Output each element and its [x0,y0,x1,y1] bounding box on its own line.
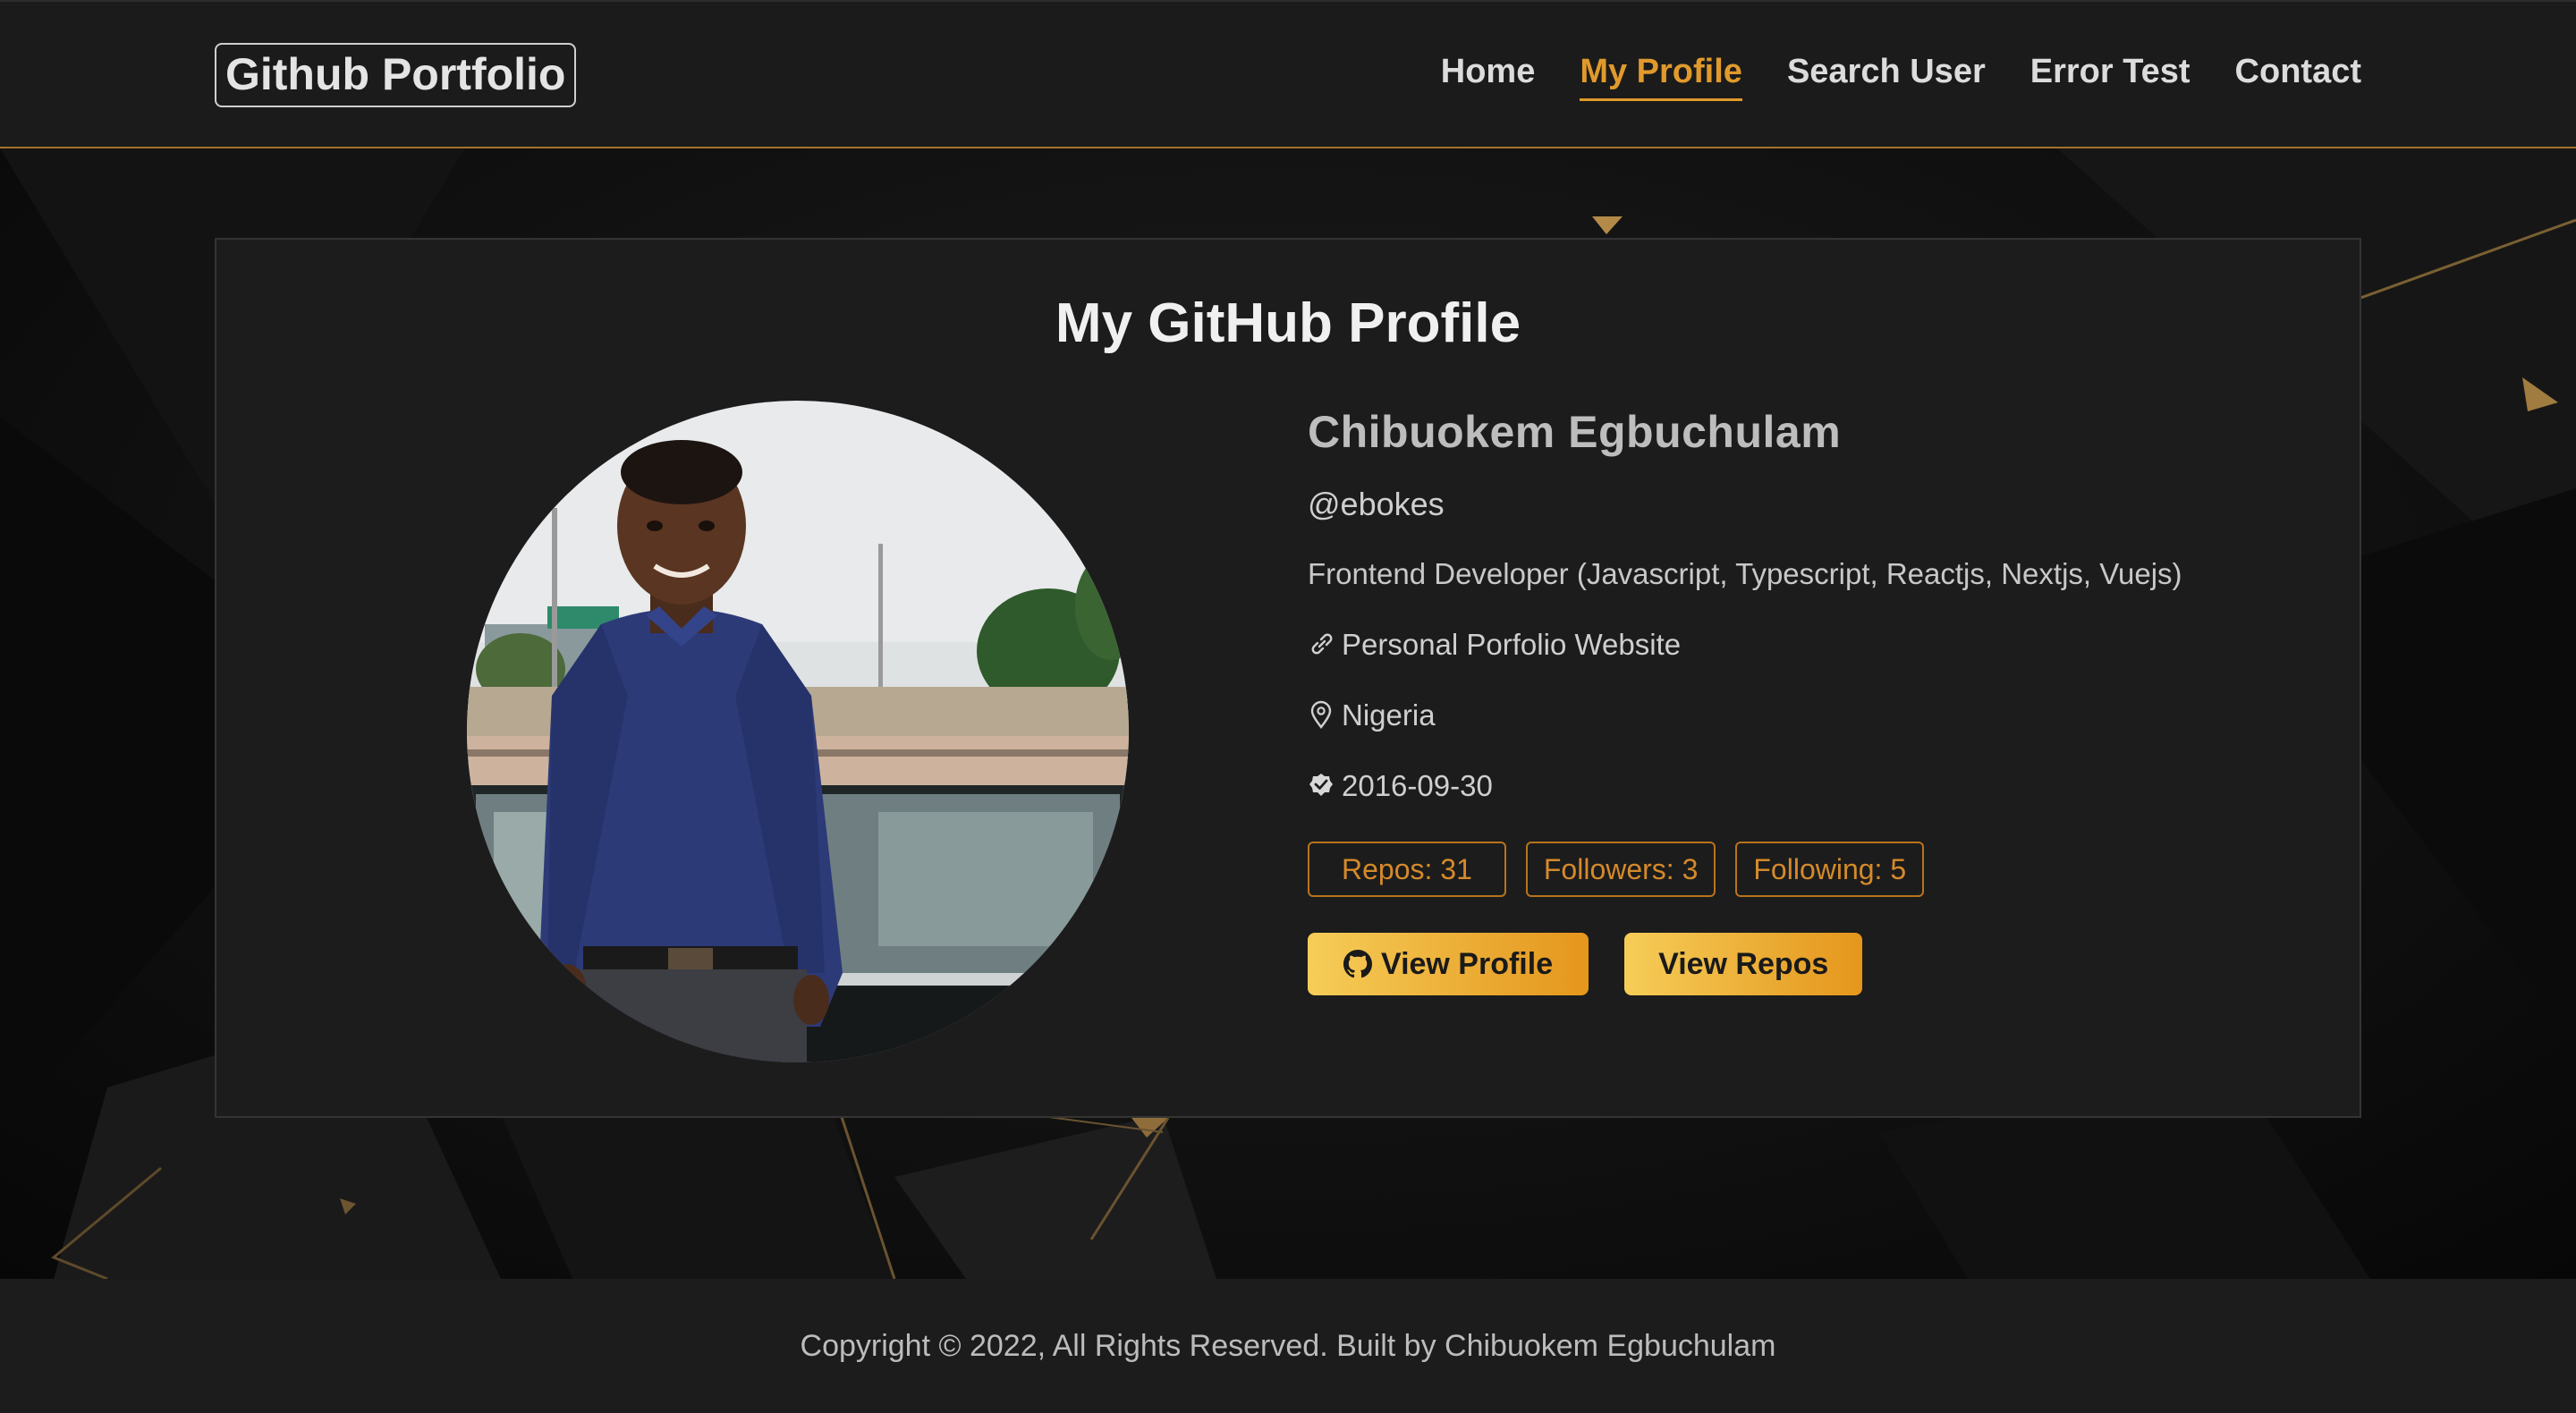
main-content: My GitHub Profile Chibuokem Egbuchulam @… [0,148,2576,1279]
site-header: Github Portfolio Home My Profile Search … [0,0,2576,148]
footer-copyright: Copyright © 2022, All Rights Reserved. B… [800,1328,1776,1363]
site-footer: Copyright © 2022, All Rights Reserved. B… [0,1279,2576,1413]
joined-date: 2016-09-30 [1342,769,1493,802]
view-profile-label: View Profile [1381,946,1554,981]
map-pin-icon [1310,700,1332,729]
profile-info: Chibuokem Egbuchulam @ebokes Frontend De… [1308,401,2309,995]
nav-contact[interactable]: Contact [2235,50,2361,101]
profile-name: Chibuokem Egbuchulam [1308,407,1842,457]
nav-search-user[interactable]: Search User [1787,50,1986,101]
nav-my-profile[interactable]: My Profile [1580,50,1742,101]
view-profile-button[interactable]: View Profile [1308,933,1589,995]
verified-check-icon [1309,774,1333,796]
avatar [467,401,1129,1062]
profile-card: My GitHub Profile Chibuokem Egbuchulam @… [215,238,2361,1118]
profile-actions: View Profile View Repos [1308,933,2309,995]
brand-logo[interactable]: Github Portfolio [215,43,577,107]
website-link[interactable]: Personal Porfolio Website [1342,625,1681,664]
main-nav: Home My Profile Search User Error Test C… [1441,50,2361,101]
view-repos-button[interactable]: View Repos [1624,933,1863,995]
nav-home[interactable]: Home [1441,50,1536,101]
repos-badge: Repos: 31 [1308,842,1506,897]
joined-row: 2016-09-30 [1308,766,2309,806]
followers-badge: Followers: 3 [1525,842,1716,897]
website-row: Personal Porfolio Website [1308,625,2309,664]
page-title: My GitHub Profile [1055,292,1521,354]
following-badge: Following: 5 [1735,842,1925,897]
nav-error-test[interactable]: Error Test [2030,50,2190,101]
location-row: Nigeria [1308,696,2309,735]
github-icon [1343,950,1372,978]
stats-row: Repos: 31 Followers: 3 Following: 5 [1308,842,2309,897]
profile-username: @ebokes [1308,486,1445,522]
link-icon [1311,633,1333,655]
location-text: Nigeria [1342,698,1436,732]
profile-bio: Frontend Developer (Javascript, Typescri… [1308,557,2182,590]
